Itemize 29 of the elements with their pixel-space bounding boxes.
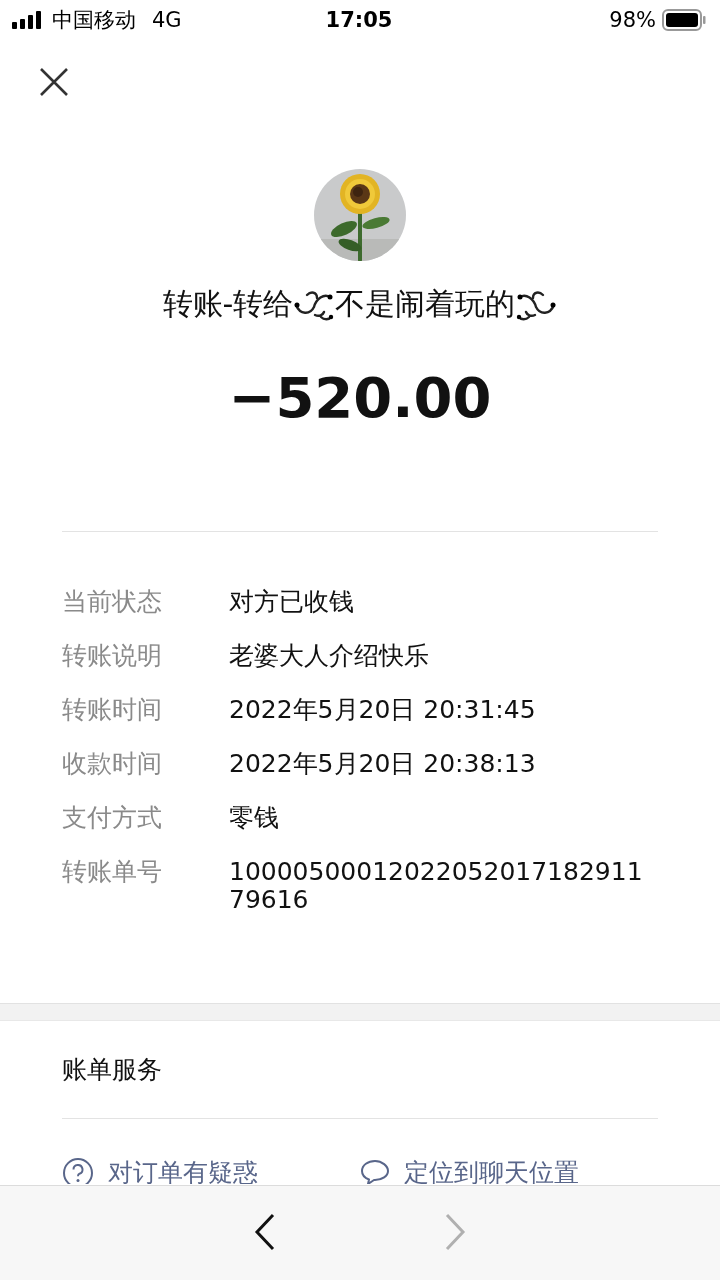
detail-value: 2022年5月20日 20:31:45 — [229, 696, 537, 724]
detail-label: 当前状态 — [62, 588, 163, 616]
action-link[interactable]: 定位到聊天位置 — [360, 1157, 658, 1184]
detail-label: 收款时间 — [62, 750, 163, 778]
chevron-right-icon — [444, 1213, 466, 1251]
carrier-name: 中国移动 — [52, 7, 136, 34]
battery-icon — [662, 9, 706, 31]
help-icon — [62, 1157, 94, 1184]
detail-value: 2022年5月20日 20:38:13 — [229, 750, 537, 778]
detail-value: 对方已收钱 — [229, 588, 355, 616]
detail-value: 老婆大人介绍快乐 — [229, 642, 430, 670]
battery-percent: 98% — [609, 8, 656, 32]
action-link[interactable]: 对订单有疑惑 — [62, 1157, 360, 1184]
signal-icon — [12, 11, 44, 29]
clock-time: 17:05 — [324, 8, 394, 32]
recipient-name: 不是闹着玩的 — [335, 285, 516, 323]
transfer-title: 转账-转给 — [162, 285, 294, 323]
detail-value: 零钱 — [229, 804, 280, 832]
speech-bubble-icon — [360, 1157, 390, 1184]
detail-label: 支付方式 — [62, 804, 163, 832]
chevron-left-icon — [254, 1213, 276, 1251]
detail-label: 转账单号 — [62, 858, 163, 888]
amount: −520.00 — [227, 365, 493, 430]
section-title: 账单服务 — [62, 1054, 163, 1086]
detail-value: 1000050001202205201718291179616 — [229, 858, 644, 914]
detail-label: 转账时间 — [62, 696, 163, 724]
network-type: 4G — [152, 8, 182, 32]
close-button[interactable] — [38, 66, 70, 98]
detail-label: 转账说明 — [62, 642, 163, 670]
